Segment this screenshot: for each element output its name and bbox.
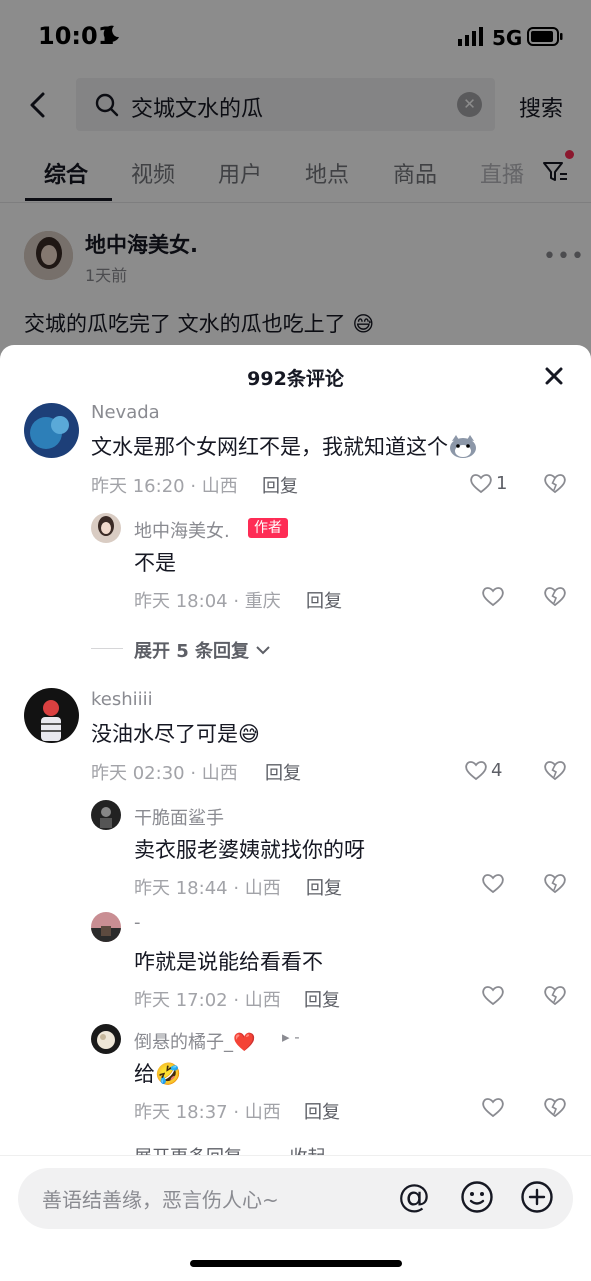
- reply-author[interactable]: 干脆面鲨手: [134, 804, 224, 830]
- reply-text: 卖衣服老婆姨就找你的呀: [134, 838, 365, 862]
- chevron-down-icon: [256, 646, 271, 655]
- dislike-icon[interactable]: [543, 759, 567, 781]
- avatar[interactable]: [91, 513, 121, 543]
- like-count: 4: [491, 760, 503, 781]
- reply-button[interactable]: 回复: [306, 874, 342, 900]
- avatar[interactable]: [91, 912, 121, 942]
- dim-overlay[interactable]: [0, 0, 591, 360]
- comment-author[interactable]: keshiiii: [91, 689, 153, 710]
- reply-meta: 昨天 17:02 · 山西: [134, 990, 281, 1011]
- reply-meta: 昨天 18:37 · 山西: [134, 1102, 281, 1123]
- reply-text: 咋就是说能给看看不: [134, 950, 323, 974]
- reply-author[interactable]: 地中海美女.: [134, 517, 230, 543]
- avatar[interactable]: [91, 1024, 121, 1054]
- dislike-icon[interactable]: [543, 872, 567, 894]
- reply-target: ▸ -: [282, 1028, 300, 1046]
- like-icon[interactable]: [481, 1096, 505, 1118]
- comment-author[interactable]: Nevada: [91, 402, 160, 423]
- comment-text: 文水是那个女网红不是，我就知道这个: [91, 431, 478, 461]
- reply-author[interactable]: -: [134, 912, 141, 933]
- reply-author[interactable]: 倒悬的橘子_❤️: [134, 1028, 255, 1054]
- avatar[interactable]: [24, 688, 79, 743]
- avatar[interactable]: [91, 800, 121, 830]
- comment-text: 没油水尽了可是😅: [91, 722, 260, 746]
- reply-button[interactable]: 回复: [262, 472, 298, 498]
- close-icon[interactable]: [541, 363, 567, 389]
- author-badge: 作者: [248, 518, 288, 538]
- comment-meta: 昨天 16:20 · 山西: [91, 476, 238, 497]
- like-icon[interactable]: [481, 872, 505, 894]
- divider: [91, 648, 123, 649]
- reply-button[interactable]: 回复: [265, 759, 301, 785]
- dislike-icon[interactable]: [543, 472, 567, 494]
- reply-button[interactable]: 回复: [304, 1098, 340, 1124]
- reply-button[interactable]: 回复: [304, 986, 340, 1012]
- like-icon[interactable]: [469, 472, 493, 494]
- reply-meta: 昨天 18:44 · 山西: [134, 878, 281, 899]
- dislike-icon[interactable]: [543, 1096, 567, 1118]
- like-icon[interactable]: [481, 984, 505, 1006]
- comment-placeholder[interactable]: 善语结善缘，恶言伤人心~: [42, 1184, 279, 1213]
- comment-count-title: 992条评论: [247, 368, 344, 390]
- dislike-icon[interactable]: [543, 984, 567, 1006]
- like-icon[interactable]: [464, 759, 488, 781]
- reply-text: 给🤣: [134, 1062, 182, 1086]
- mention-icon[interactable]: @: [398, 1177, 430, 1215]
- expand-replies-button[interactable]: 展开 5 条回复: [134, 637, 271, 663]
- reply-text: 不是: [134, 551, 176, 575]
- comment-meta: 昨天 02:30 · 山西: [91, 763, 238, 784]
- avatar[interactable]: [24, 403, 79, 458]
- reply-button[interactable]: 回复: [306, 587, 342, 613]
- dog-sticker-icon: [450, 435, 476, 458]
- emoji-icon[interactable]: [460, 1180, 494, 1214]
- add-icon[interactable]: [520, 1180, 554, 1214]
- dislike-icon[interactable]: [543, 585, 567, 607]
- like-icon[interactable]: [481, 585, 505, 607]
- reply-meta: 昨天 18:04 · 重庆: [134, 591, 281, 612]
- home-indicator: [190, 1260, 402, 1267]
- like-count: 1: [496, 473, 508, 494]
